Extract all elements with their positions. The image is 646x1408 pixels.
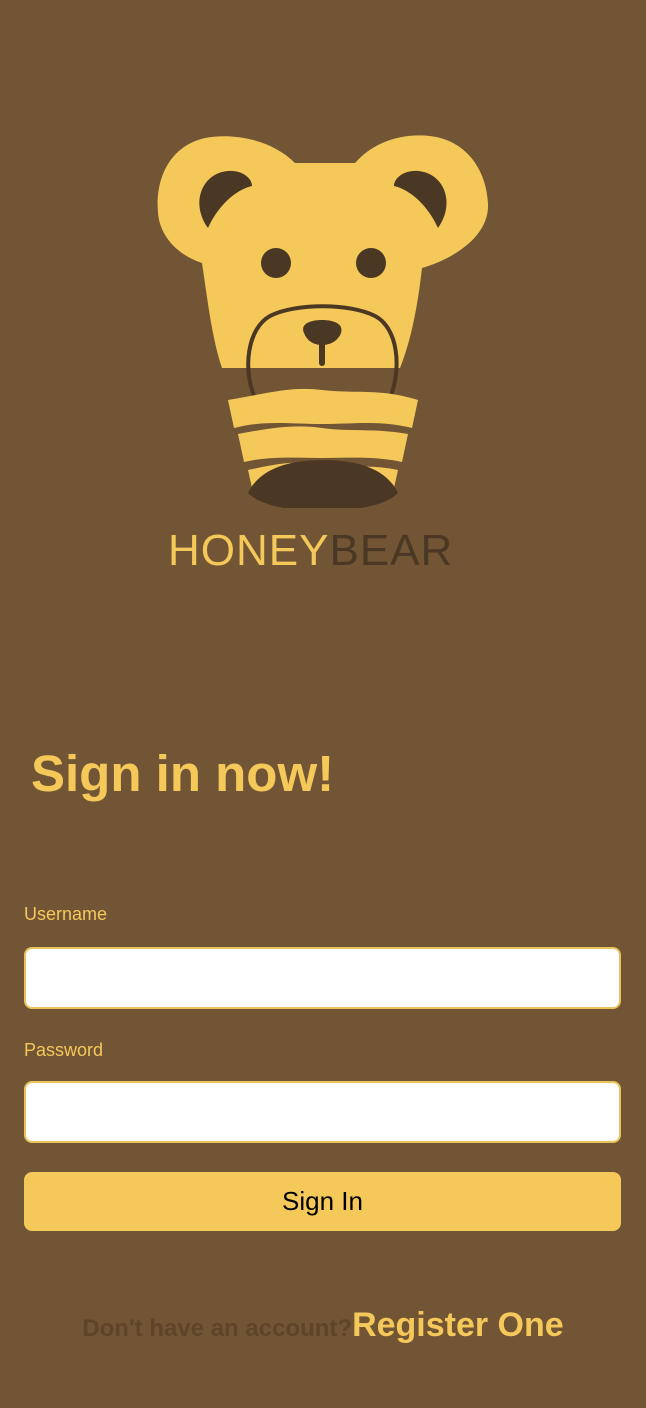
wordmark-bear: BEAR	[329, 526, 454, 575]
register-prompt: Don't have an account?Register One	[0, 1306, 646, 1345]
no-account-text: Don't have an account?	[82, 1315, 353, 1342]
wordmark-honey: HONEY	[168, 526, 330, 575]
register-link[interactable]: Register One	[352, 1306, 564, 1344]
username-label: Username	[24, 904, 108, 924]
sign-in-button[interactable]: Sign In	[24, 1172, 621, 1231]
brand-wordmark: HONEYBEAR	[168, 526, 478, 576]
password-label: Password	[24, 1040, 104, 1060]
sign-in-screen: HONEYBEAR Sign in now! Username Password…	[0, 0, 646, 1408]
username-input[interactable]	[24, 947, 621, 1009]
page-title: Sign in now!	[31, 745, 335, 802]
password-input[interactable]	[24, 1081, 621, 1143]
bear-head-icon	[157, 135, 489, 508]
honeybear-logo: HONEYBEAR	[150, 128, 496, 578]
